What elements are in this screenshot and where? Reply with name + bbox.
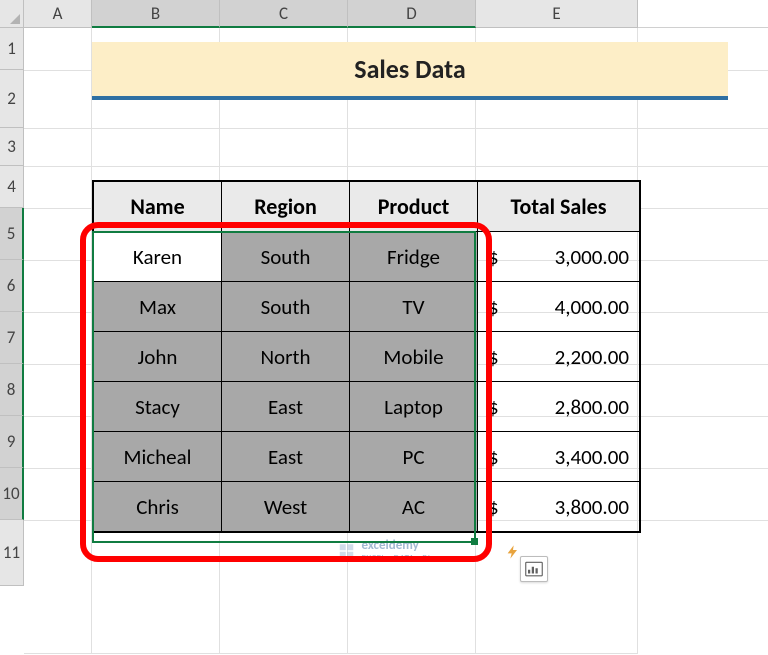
header-name[interactable]: Name: [94, 182, 222, 232]
cell-product[interactable]: AC: [350, 482, 478, 532]
cell-product[interactable]: Mobile: [350, 332, 478, 382]
row-header-8[interactable]: 8: [0, 364, 24, 416]
lightning-icon: [505, 544, 521, 560]
col-header-c[interactable]: C: [220, 0, 348, 28]
row-header-3[interactable]: 3: [0, 128, 24, 166]
row-header-4[interactable]: 4: [0, 166, 24, 208]
table-row: Karen South Fridge $3,000.00: [94, 232, 640, 282]
cell-total[interactable]: $2,800.00: [478, 382, 640, 432]
cell-total[interactable]: $3,800.00: [478, 482, 640, 532]
row-header-1[interactable]: 1: [0, 28, 24, 70]
worksheet: A B C D E 1 2 3 4 5 6 7 8 9 10 11: [0, 0, 768, 655]
table-row: Max South TV $4,000.00: [94, 282, 640, 332]
col-header-e[interactable]: E: [476, 0, 638, 28]
select-all-corner[interactable]: [0, 0, 24, 28]
cell-name[interactable]: Micheal: [94, 432, 222, 482]
table-row: John North Mobile $2,200.00: [94, 332, 640, 382]
col-header-d[interactable]: D: [348, 0, 476, 28]
quick-analysis-button[interactable]: [520, 556, 548, 582]
cell-total[interactable]: $4,000.00: [478, 282, 640, 332]
row-header-6[interactable]: 6: [0, 260, 24, 312]
row-header-2[interactable]: 2: [0, 70, 24, 128]
row-header-7[interactable]: 7: [0, 312, 24, 364]
cell-region[interactable]: East: [222, 432, 350, 482]
cell-total[interactable]: $2,200.00: [478, 332, 640, 382]
cell-region[interactable]: North: [222, 332, 350, 382]
cell-product[interactable]: TV: [350, 282, 478, 332]
cell-name[interactable]: Stacy: [94, 382, 222, 432]
cell-region[interactable]: South: [222, 282, 350, 332]
cell-region[interactable]: West: [222, 482, 350, 532]
cell-total[interactable]: $3,000.00: [478, 232, 640, 282]
sheet-title[interactable]: Sales Data: [92, 42, 728, 100]
row-header-11[interactable]: 11: [0, 520, 24, 586]
table-header-row: Name Region Product Total Sales: [94, 182, 640, 232]
cell-product[interactable]: Laptop: [350, 382, 478, 432]
header-product[interactable]: Product: [350, 182, 478, 232]
cell-product[interactable]: Fridge: [350, 232, 478, 282]
row-header-10[interactable]: 10: [0, 468, 24, 520]
data-table: Name Region Product Total Sales Karen So…: [92, 180, 641, 533]
cell-name[interactable]: Chris: [94, 482, 222, 532]
cell-name[interactable]: Max: [94, 282, 222, 332]
cell-total[interactable]: $3,400.00: [478, 432, 640, 482]
header-region[interactable]: Region: [222, 182, 350, 232]
col-header-b[interactable]: B: [92, 0, 220, 28]
cell-region[interactable]: East: [222, 382, 350, 432]
cell-name[interactable]: John: [94, 332, 222, 382]
row-header-9[interactable]: 9: [0, 416, 24, 468]
row-header-5[interactable]: 5: [0, 208, 24, 260]
column-header-row: A B C D E: [0, 0, 768, 28]
cell-product[interactable]: PC: [350, 432, 478, 482]
row-header-col: 1 2 3 4 5 6 7 8 9 10 11: [0, 28, 24, 586]
quick-analysis-icon: [525, 561, 543, 577]
table-row: Micheal East PC $3,400.00: [94, 432, 640, 482]
table-row: Stacy East Laptop $2,800.00: [94, 382, 640, 432]
cell-name[interactable]: Karen: [94, 232, 222, 282]
col-header-a[interactable]: A: [24, 0, 92, 28]
cell-region[interactable]: South: [222, 232, 350, 282]
header-total[interactable]: Total Sales: [478, 182, 640, 232]
table-row: Chris West AC $3,800.00: [94, 482, 640, 532]
